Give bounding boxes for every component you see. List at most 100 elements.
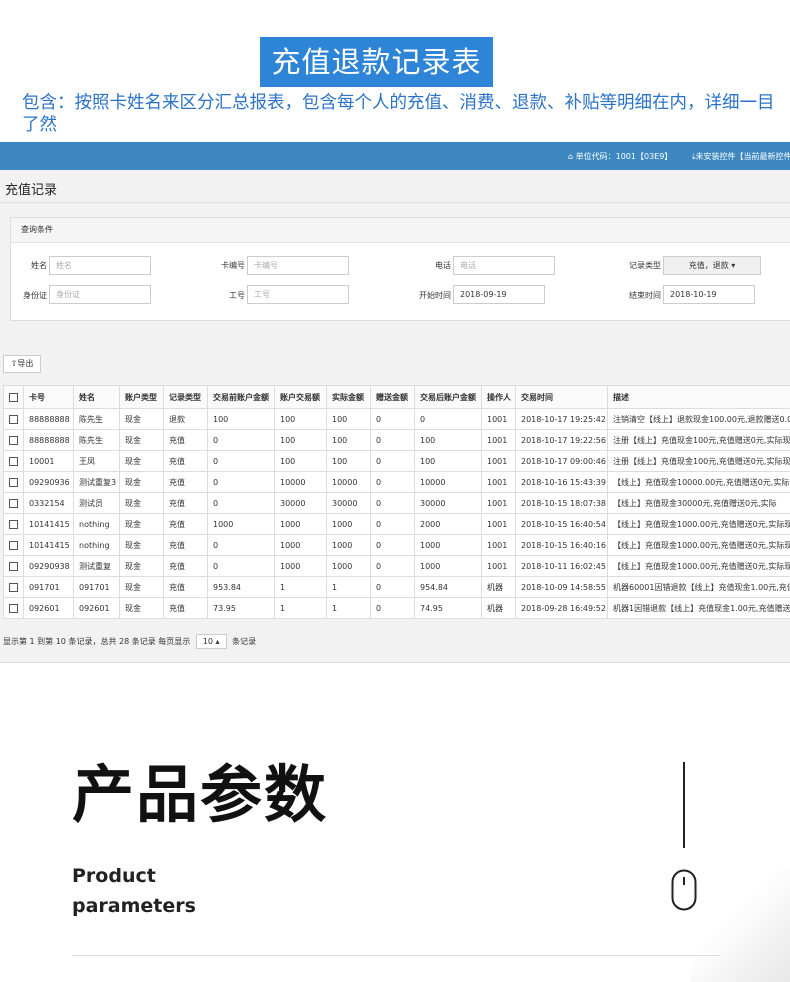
name-input[interactable]: 姓名 — [49, 256, 151, 275]
table-row[interactable]: 88888888 陈先生 现金 退款 100 100 100 0 0 1001 2018-10-17… — [3, 408, 790, 430]
record-type-select[interactable]: 充值，退款 ▾ — [663, 256, 761, 275]
table-cell: 【线上】充值现金1000.00元,充值赠送0元,实际现 — [607, 513, 790, 535]
worker-id-input[interactable]: 工号 — [247, 285, 349, 304]
column-header[interactable]: 账户交易额 — [274, 385, 327, 409]
vertical-divider — [683, 762, 685, 848]
phone-input[interactable]: 电话 — [453, 256, 555, 275]
table-cell: 1001 — [481, 534, 516, 556]
table-cell: 2018-10-16 15:43:39 — [515, 471, 608, 493]
table-cell: 1001 — [481, 450, 516, 472]
row-checkbox[interactable] — [3, 555, 24, 577]
select-all-checkbox[interactable] — [3, 385, 24, 409]
table-cell: 092601 — [23, 597, 74, 619]
table-cell: 充值 — [163, 555, 208, 577]
title-divider — [0, 202, 790, 203]
table-cell: 【线上】充值现金1000.00元,充值赠送0元,实际现 — [607, 534, 790, 556]
column-header[interactable]: 交易后账户金额 — [414, 385, 482, 409]
table-cell: 0 — [370, 492, 415, 514]
control-install-link[interactable]: ⤓未安装控件【当前最新控件 — [692, 151, 790, 162]
table-row[interactable]: 09290938 测试重复 现金 充值 0 1000 1000 0 1000 1001 2018-1… — [3, 555, 790, 577]
row-checkbox[interactable] — [3, 534, 24, 556]
table-row[interactable]: 092601 092601 现金 充值 73.95 1 1 0 74.95 机器 2018-09-2… — [3, 597, 790, 619]
table-cell: 0 — [370, 513, 415, 535]
name-label: 姓名 — [31, 261, 47, 270]
table-cell: 100 — [414, 450, 482, 472]
pagination-suffix: 条记录 — [232, 637, 257, 646]
column-header[interactable]: 账户类型 — [119, 385, 164, 409]
table-row[interactable]: 0332154 测试员 现金 充值 0 30000 30000 0 30000 1001 2018-… — [3, 492, 790, 514]
end-time-input[interactable]: 2018-10-19 — [663, 285, 755, 304]
table-cell: 充值 — [163, 492, 208, 514]
column-header[interactable]: 交易前账户金额 — [207, 385, 275, 409]
table-header-row: 卡号 姓名 账户类型 记录类型 交易前账户金额 账户交易额 实际金额 赠送金额 … — [3, 385, 790, 409]
table-cell: 2018-09-28 16:49:52 — [515, 597, 608, 619]
table-row[interactable]: 88888888 陈先生 现金 充值 0 100 100 0 100 1001 2018-10-17… — [3, 429, 790, 451]
column-header[interactable]: 赠送金额 — [370, 385, 415, 409]
table-cell: 1 — [274, 576, 327, 598]
caret-up-icon: ▴ — [215, 637, 220, 646]
table-cell: 0 — [414, 408, 482, 430]
table-cell: 953.84 — [207, 576, 275, 598]
corner-shadow — [690, 870, 790, 982]
table-cell: 现金 — [119, 471, 164, 493]
table-cell: 0 — [370, 555, 415, 577]
table-cell: nothing — [73, 534, 120, 556]
table-cell: 30000 — [414, 492, 482, 514]
end-time-label: 结束时间 — [629, 291, 661, 300]
table-cell: 0 — [207, 555, 275, 577]
column-header[interactable]: 描述 — [607, 385, 790, 409]
row-checkbox[interactable] — [3, 492, 24, 514]
row-checkbox[interactable] — [3, 597, 24, 619]
table-row[interactable]: 10001 王凤 现金 充值 0 100 100 0 100 1001 2018-10-17 09:… — [3, 450, 790, 472]
table-cell: 2018-10-15 16:40:16 — [515, 534, 608, 556]
table-cell: 【线上】充值现金1000.00元,充值赠送0元,实际现 — [607, 555, 790, 577]
table-cell: 充值 — [163, 597, 208, 619]
table-cell: 0 — [370, 450, 415, 472]
table-row[interactable]: 10141415 nothing 现金 充值 1000 1000 1000 0 2000 1001… — [3, 513, 790, 535]
row-checkbox[interactable] — [3, 471, 24, 493]
query-panel: 查询条件 姓名 姓名 卡编号 卡编号 电话 电话 记录类型 充值，退款 ▾ 身份… — [10, 217, 790, 321]
column-header[interactable]: 姓名 — [73, 385, 120, 409]
row-checkbox[interactable] — [3, 576, 24, 598]
table-cell: 现金 — [119, 555, 164, 577]
table-cell: 10001 — [23, 450, 74, 472]
table-cell: 74.95 — [414, 597, 482, 619]
id-card-label: 身份证 — [23, 291, 47, 300]
phone-label: 电话 — [435, 261, 451, 270]
control-install-text: 未安装控件【当前最新控件 — [695, 152, 790, 161]
table-cell: 0 — [207, 534, 275, 556]
column-header[interactable]: 记录类型 — [163, 385, 208, 409]
table-cell: 100 — [274, 429, 327, 451]
page-size-select[interactable]: 10 ▴ — [195, 634, 227, 649]
table-cell: 0 — [207, 450, 275, 472]
table-cell: 充值 — [163, 450, 208, 472]
table-row[interactable]: 10141415 nothing 现金 充值 0 1000 1000 0 1000 1001 201… — [3, 534, 790, 556]
table-cell: 王凤 — [73, 450, 120, 472]
column-header[interactable]: 实际金额 — [326, 385, 371, 409]
row-checkbox[interactable] — [3, 513, 24, 535]
table-row[interactable]: 09290936 测试重复3 现金 充值 0 10000 10000 0 10000 1001 20… — [3, 471, 790, 493]
export-button[interactable]: ⇧导出 — [3, 355, 41, 373]
id-card-input[interactable]: 身份证 — [49, 285, 151, 304]
table-cell: 09290936 — [23, 471, 74, 493]
table-cell: 机器 — [481, 597, 516, 619]
table-cell: 0 — [370, 534, 415, 556]
table-cell: 1000 — [274, 513, 327, 535]
row-checkbox[interactable] — [3, 450, 24, 472]
row-checkbox[interactable] — [3, 408, 24, 430]
column-header[interactable]: 操作人 — [481, 385, 516, 409]
table-row[interactable]: 091701 091701 现金 充值 953.84 1 1 0 954.84 机器 2018-10… — [3, 576, 790, 598]
table-cell: 0 — [370, 597, 415, 619]
table-cell: 2018-10-17 19:22:56 — [515, 429, 608, 451]
table-cell: 1000 — [274, 555, 327, 577]
start-time-input[interactable]: 2018-09-19 — [453, 285, 545, 304]
card-input[interactable]: 卡编号 — [247, 256, 349, 275]
table-cell: 1 — [326, 576, 371, 598]
column-header[interactable]: 交易时间 — [515, 385, 608, 409]
table-cell: 充值 — [163, 576, 208, 598]
row-checkbox[interactable] — [3, 429, 24, 451]
column-header[interactable]: 卡号 — [23, 385, 74, 409]
table-cell: 1001 — [481, 513, 516, 535]
bottom-divider — [72, 955, 720, 956]
table-cell: 2018-10-15 16:40:54 — [515, 513, 608, 535]
